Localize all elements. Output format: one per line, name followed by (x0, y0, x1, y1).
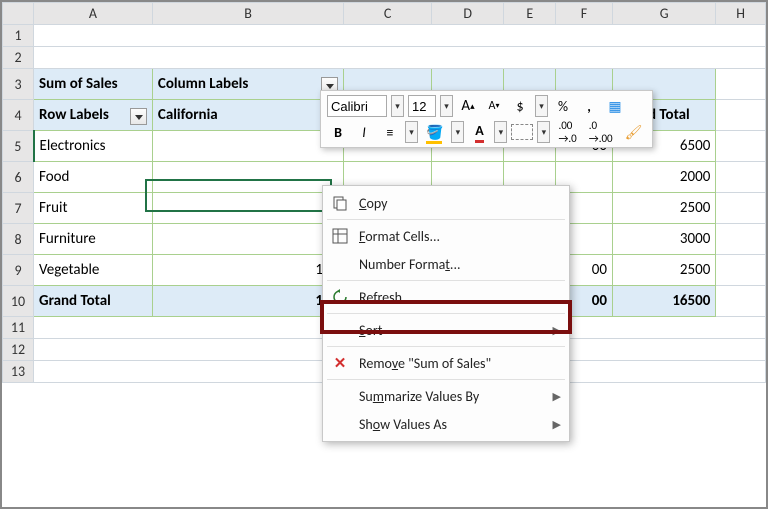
comma-format-icon[interactable]: , (578, 95, 600, 117)
menu-separator (327, 346, 565, 347)
select-all-corner[interactable] (3, 3, 34, 25)
bold-button[interactable]: B (327, 121, 349, 143)
fill-color-dropdown[interactable]: ▾ (451, 121, 464, 143)
grand-total-row-label[interactable]: Grand Total (34, 286, 153, 317)
menu-refresh-label: Refresh (359, 289, 561, 306)
menu-copy-label: Copy (359, 195, 561, 212)
row-furniture[interactable]: Furniture (34, 224, 153, 255)
menu-number-format[interactable]: Number Format... (323, 250, 569, 278)
row-header-2[interactable]: 2 (3, 47, 34, 69)
food-total[interactable]: 2000 (612, 162, 715, 193)
menu-summarize[interactable]: Summarize Values By ▶ (323, 382, 569, 410)
menu-separator (327, 313, 565, 314)
menu-summarize-label: Summarize Values By (359, 388, 547, 405)
row-header-12[interactable]: 12 (3, 339, 34, 361)
copy-icon (327, 192, 353, 214)
column-labels-cell[interactable]: Column Labels (152, 69, 343, 100)
col-header-G[interactable]: G (612, 3, 715, 25)
col-header-B[interactable]: B (152, 3, 343, 25)
col-header-H[interactable]: H (716, 3, 766, 25)
align-dropdown[interactable]: ▾ (405, 121, 418, 143)
increase-decimal-icon[interactable]: .00→.0 (554, 121, 580, 143)
fill-color-icon[interactable]: 🪣 (422, 121, 447, 143)
menu-remove[interactable]: ✕ Remove "Sum of Sales" (323, 349, 569, 377)
row-header-4[interactable]: 4 (3, 100, 34, 131)
grand-total-value[interactable]: 16500 (612, 286, 715, 317)
submenu-arrow-icon: ▶ (553, 418, 561, 431)
row-labels-dropdown[interactable] (130, 108, 147, 125)
column-labels-text: Column Labels (158, 75, 248, 93)
menu-separator (327, 219, 565, 220)
menu-separator (327, 280, 565, 281)
sum-of-sales-label[interactable]: Sum of Sales (34, 69, 153, 100)
mini-toolbar: ▾ ▾ A▴ A▾ $ ▾ % , ▦ B I ≡ ▾ 🪣 ▾ A ▾ ▾ .0… (320, 90, 653, 148)
borders-icon[interactable] (511, 124, 533, 140)
row-fruit[interactable]: Fruit (34, 193, 153, 224)
accounting-format-icon[interactable]: $ (509, 95, 531, 117)
menu-copy[interactable]: Copy (323, 189, 569, 217)
italic-button[interactable]: I (353, 121, 375, 143)
font-name-input[interactable] (327, 95, 387, 117)
col-header-E[interactable]: E (504, 3, 556, 25)
menu-show-values-label: Show Values As (359, 416, 547, 433)
context-menu: Copy Format Cells... Number Format... Re… (322, 185, 570, 442)
submenu-arrow-icon: ▶ (553, 390, 561, 403)
menu-remove-label: Remove "Sum of Sales" (359, 355, 561, 372)
percent-format-icon[interactable]: % (552, 95, 574, 117)
menu-format-cells[interactable]: Format Cells... (323, 222, 569, 250)
row-header-7[interactable]: 7 (3, 193, 34, 224)
row-header-13[interactable]: 13 (3, 361, 34, 383)
format-painter-icon[interactable]: 🖌 (621, 121, 647, 143)
row-vegetable[interactable]: Vegetable (34, 255, 153, 286)
row-labels-cell[interactable]: Row Labels (34, 100, 153, 131)
vegetable-total[interactable]: 2500 (612, 255, 715, 286)
row-header-9[interactable]: 9 (3, 255, 34, 286)
submenu-arrow-icon: ▶ (553, 324, 561, 337)
row-header-8[interactable]: 8 (3, 224, 34, 255)
remove-icon: ✕ (327, 352, 353, 374)
col-header-D[interactable]: D (432, 3, 504, 25)
row-header-6[interactable]: 6 (3, 162, 34, 193)
font-color-icon[interactable]: A (468, 121, 490, 143)
refresh-icon (327, 286, 353, 308)
menu-show-values[interactable]: Show Values As ▶ (323, 410, 569, 438)
menu-sort[interactable]: Sort ▶ (323, 316, 569, 344)
grow-font-icon[interactable]: A▴ (457, 95, 479, 117)
menu-separator (327, 379, 565, 380)
row-electronics[interactable]: Electronics (34, 131, 153, 162)
menu-sort-label: Sort (359, 322, 547, 339)
menu-number-format-label: Number Format... (359, 256, 561, 273)
align-icon[interactable]: ≡ (379, 121, 401, 143)
col-header-A[interactable]: A (34, 3, 153, 25)
row-header-10[interactable]: 10 (3, 286, 34, 317)
col-california[interactable]: California (152, 100, 343, 131)
menu-format-cells-label: Format Cells... (359, 228, 561, 245)
shrink-font-icon[interactable]: A▾ (483, 95, 505, 117)
decrease-decimal-icon[interactable]: .0→.00 (585, 121, 617, 143)
cell-B5[interactable] (152, 131, 343, 162)
font-size-dropdown[interactable]: ▾ (440, 95, 453, 117)
col-header-F[interactable]: F (556, 3, 613, 25)
cell[interactable] (34, 47, 766, 69)
column-headers: A B C D E F G H (3, 3, 766, 25)
row-header-11[interactable]: 11 (3, 317, 34, 339)
conditional-format-icon[interactable]: ▦ (604, 95, 626, 117)
cell[interactable] (34, 25, 766, 47)
row-labels-text: Row Labels (39, 106, 109, 124)
borders-dropdown[interactable]: ▾ (537, 121, 550, 143)
menu-refresh[interactable]: Refresh (323, 283, 569, 311)
font-name-dropdown[interactable]: ▾ (391, 95, 404, 117)
accounting-dropdown[interactable]: ▾ (535, 95, 548, 117)
col-header-C[interactable]: C (344, 3, 432, 25)
format-cells-icon (327, 225, 353, 247)
row-header-1[interactable]: 1 (3, 25, 34, 47)
fruit-total[interactable]: 2500 (612, 193, 715, 224)
font-size-input[interactable] (408, 95, 436, 117)
row-header-5[interactable]: 5 (3, 131, 34, 162)
row-food[interactable]: Food (34, 162, 153, 193)
row-header-3[interactable]: 3 (3, 69, 34, 100)
font-color-dropdown[interactable]: ▾ (494, 121, 507, 143)
furniture-total[interactable]: 3000 (612, 224, 715, 255)
